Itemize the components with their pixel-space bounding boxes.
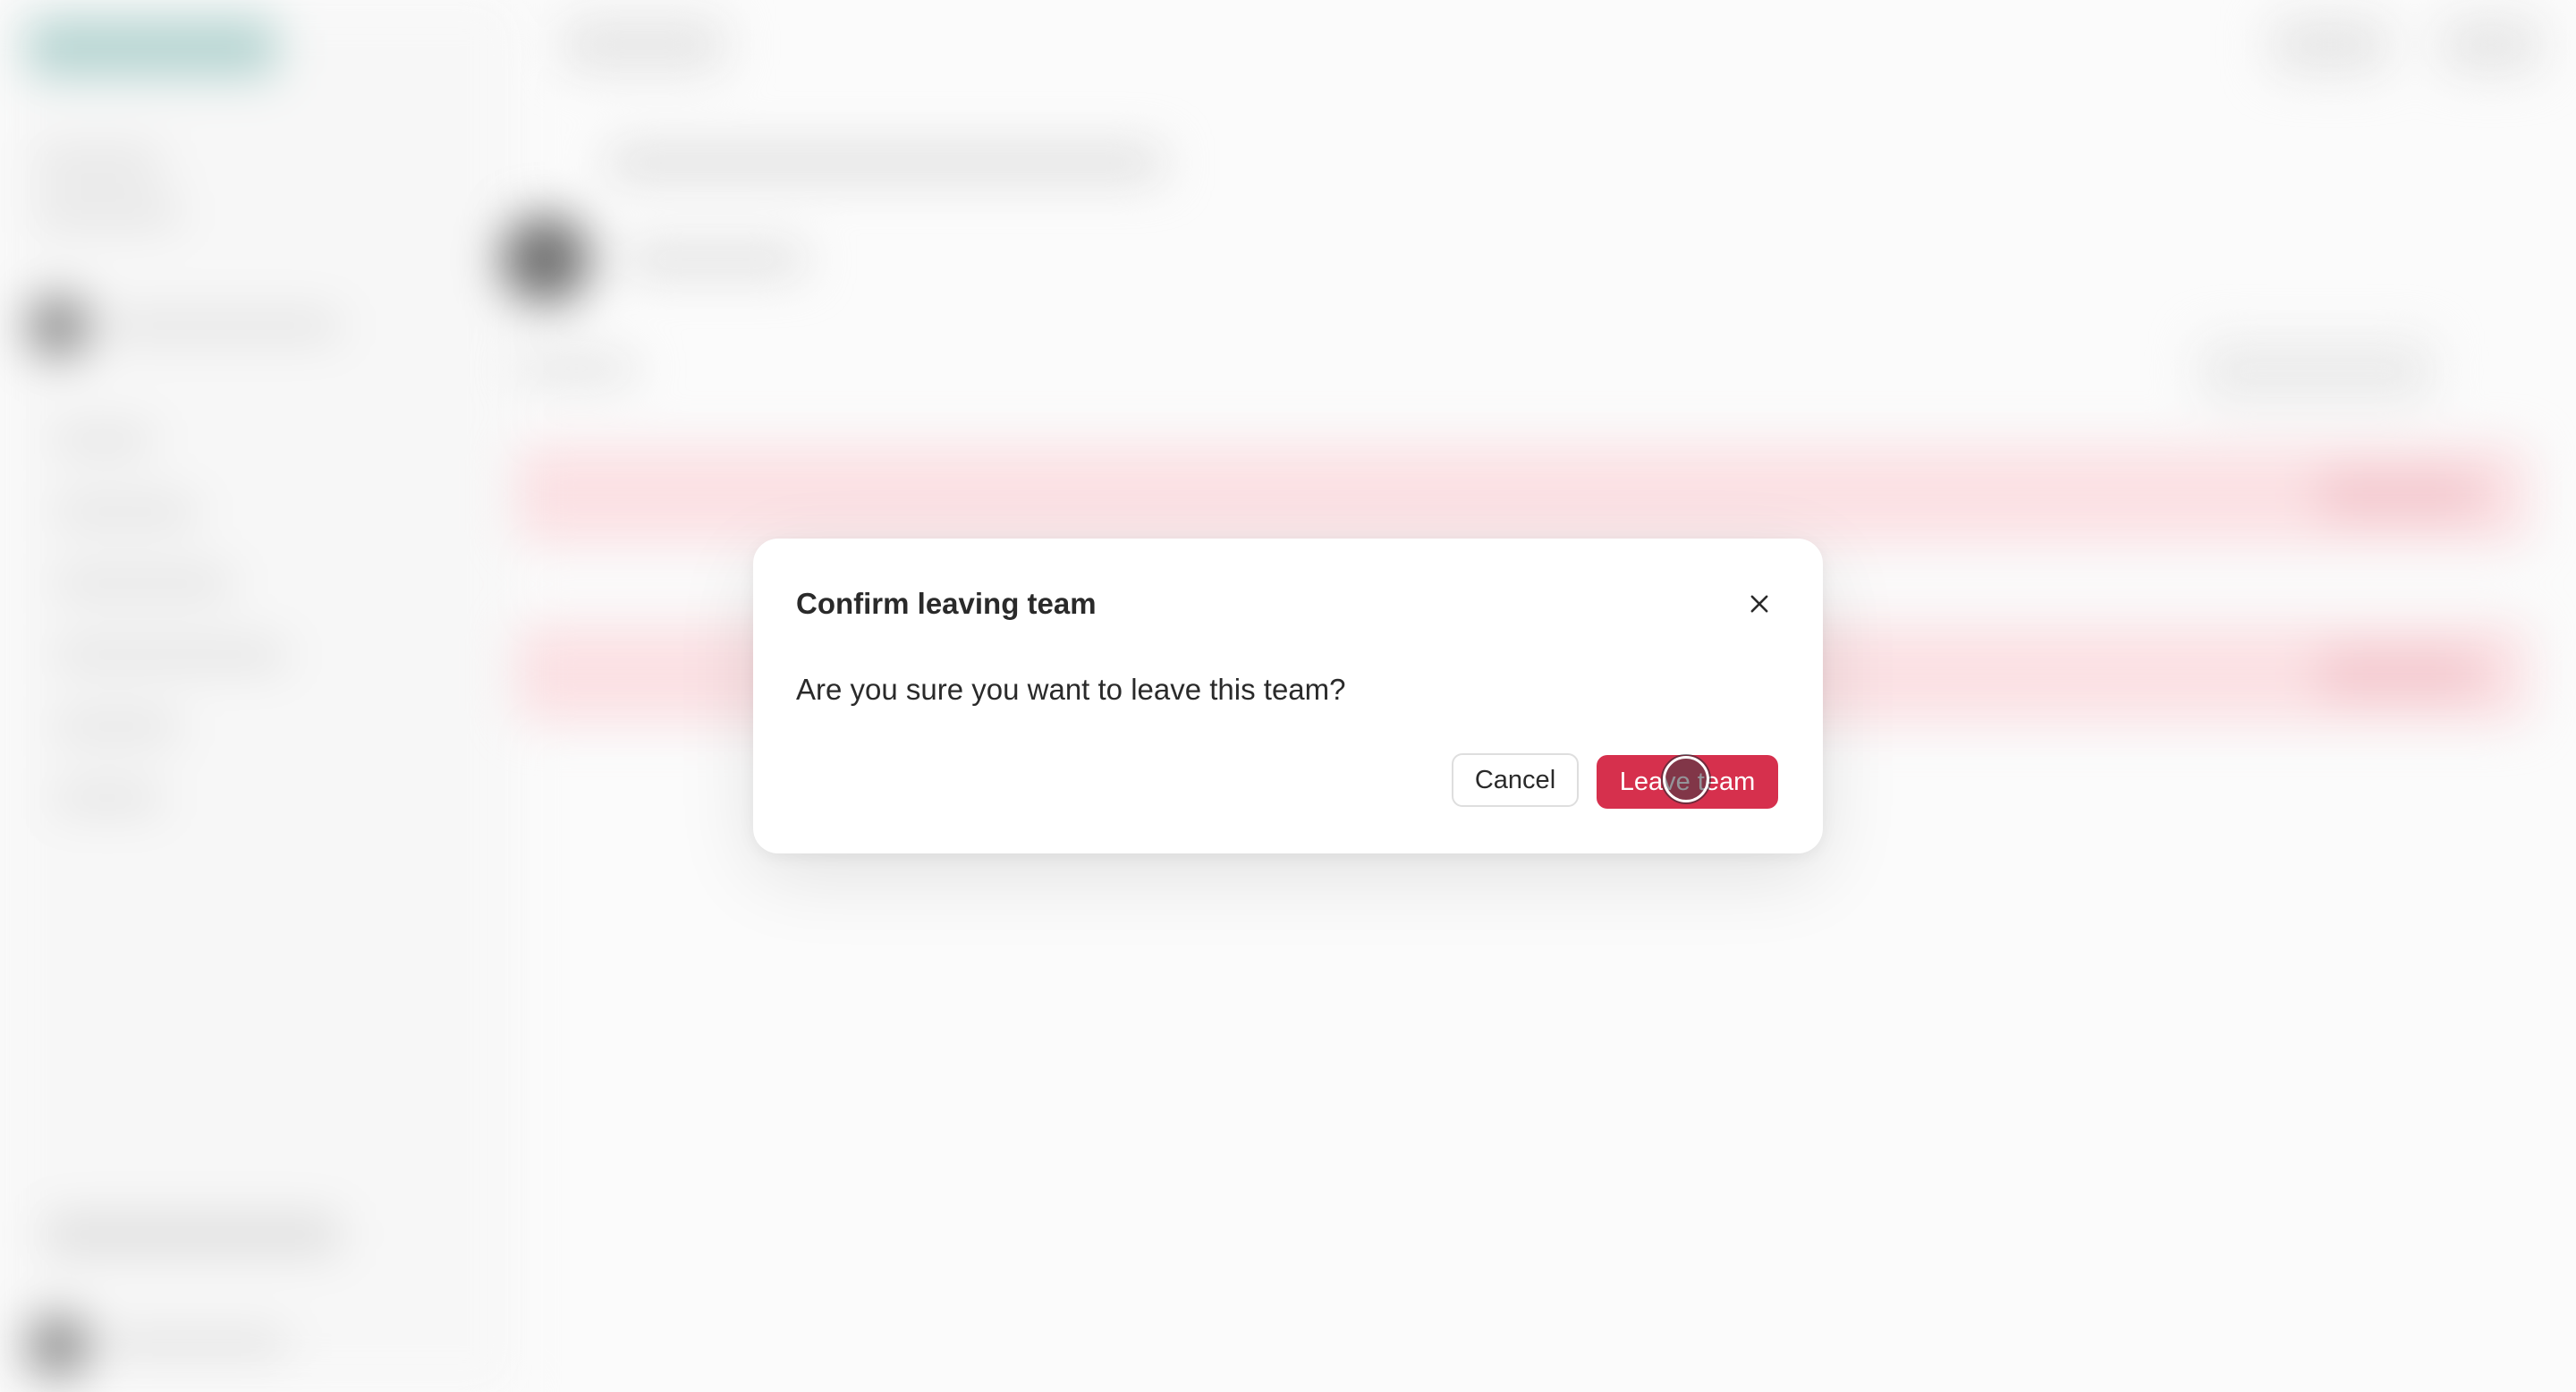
background-sidebar-line xyxy=(54,644,286,666)
background-sidebar-line xyxy=(54,501,197,522)
background-sidebar-avatar xyxy=(27,1315,89,1378)
background-danger-button xyxy=(2319,649,2480,699)
cancel-button[interactable]: Cancel xyxy=(1452,753,1579,807)
dialog-title: Confirm leaving team xyxy=(796,587,1097,620)
background-sidebar-line xyxy=(54,573,233,594)
background-danger-button xyxy=(2319,470,2480,520)
background-profile-avatar xyxy=(501,215,590,304)
background-sidebar-avatar xyxy=(27,295,89,358)
close-button[interactable] xyxy=(1739,583,1780,624)
confirm-leave-team-dialog: Confirm leaving team Are you sure you wa… xyxy=(753,539,1823,853)
background-sidebar-line xyxy=(54,429,152,451)
background-header-line xyxy=(519,358,635,379)
background-topbar-item xyxy=(2442,18,2540,72)
background-topbar-item xyxy=(2272,18,2388,72)
background-button xyxy=(2200,340,2433,403)
background-sidebar-line xyxy=(36,201,179,223)
background-topbar-item xyxy=(564,18,724,72)
background-danger-row xyxy=(519,447,2528,542)
background-sidebar-line xyxy=(36,152,161,174)
close-icon[interactable] xyxy=(1747,591,1772,616)
background-header-line xyxy=(608,148,1163,178)
leave-team-button[interactable]: Leave team xyxy=(1597,755,1778,809)
background-sidebar-line xyxy=(107,315,340,336)
background-sidebar-line xyxy=(54,716,179,737)
background-sidebar-line xyxy=(107,1333,286,1354)
background-sidebar-line xyxy=(54,787,161,809)
dialog-message: Are you sure you want to leave this team… xyxy=(796,673,1346,706)
background-logo xyxy=(27,18,277,77)
background-header-line xyxy=(626,246,805,273)
background-sidebar-line xyxy=(45,1217,340,1252)
